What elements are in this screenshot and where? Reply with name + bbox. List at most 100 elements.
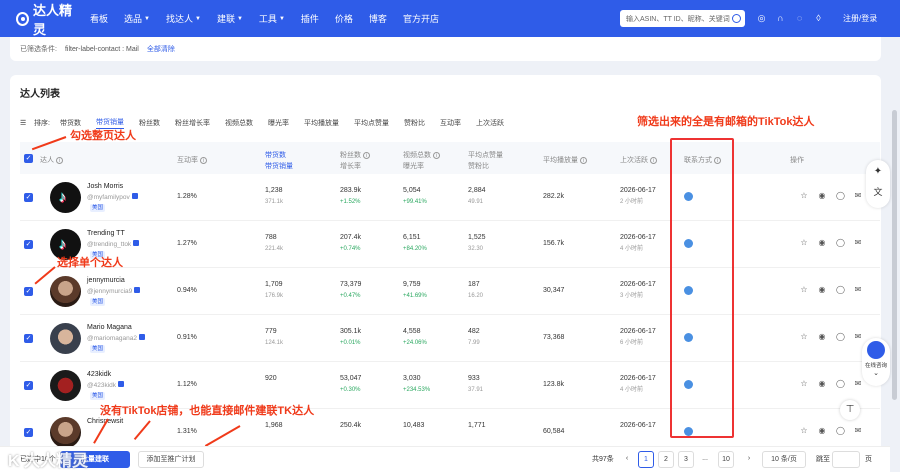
mail-icon[interactable]: ✉ — [854, 239, 862, 247]
bulb-icon[interactable]: ◌ — [793, 12, 806, 25]
star-icon[interactable]: ☆ — [800, 427, 808, 435]
row-checkbox[interactable]: ✓ — [24, 193, 33, 202]
online-chat-button[interactable]: 在线咨询 ⌄ — [862, 338, 890, 386]
page-size-select[interactable]: 10 条/页 — [762, 451, 806, 468]
col-engagement[interactable]: 互动率 i — [177, 155, 207, 166]
sort-item[interactable]: 粉丝数 — [139, 118, 160, 128]
avg-play-value: 156.7k — [543, 240, 565, 247]
col-avg-play[interactable]: 平均播放量 i — [543, 155, 587, 166]
sales-value: 1,238 371.1k — [265, 187, 284, 205]
row-checkbox[interactable]: ✓ — [24, 381, 33, 390]
videos-value: 6,151 +84.20% — [403, 234, 427, 252]
mail-icon[interactable]: ✉ — [854, 427, 862, 435]
goto-page-input[interactable] — [832, 451, 860, 468]
row-checkbox[interactable]: ✓ — [24, 428, 33, 437]
star-icon[interactable]: ☆ — [800, 239, 808, 247]
translate-icon[interactable]: 文 — [866, 185, 890, 198]
row-actions: ☆ ◉ ◯ ✉ — [800, 286, 872, 294]
nav-item-6[interactable]: 价格 — [335, 12, 353, 25]
nav-item-3[interactable]: 建联 ▼ — [217, 12, 243, 25]
search-input[interactable]: 输入ASIN、TT ID、昵称、关键词 — [620, 10, 745, 27]
nav-item-1[interactable]: 选品 ▼ — [124, 12, 150, 25]
comment-icon[interactable]: ◯ — [836, 380, 845, 388]
filter-chip[interactable]: filter-label-contact : Mail — [65, 46, 139, 53]
star-icon[interactable]: ☆ — [800, 333, 808, 341]
row-checkbox[interactable]: ✓ — [24, 334, 33, 343]
add-to-plan-button[interactable]: 添加至推广计划 — [138, 451, 204, 468]
eye-icon[interactable]: ◉ — [818, 427, 826, 435]
nav-item-4[interactable]: 工具 ▼ — [259, 12, 285, 25]
comment-icon[interactable]: ◯ — [836, 239, 845, 247]
page-button[interactable]: 2 — [658, 451, 674, 468]
nav-item-5[interactable]: 插件 — [301, 12, 319, 25]
eye-icon[interactable]: ◉ — [818, 286, 826, 294]
eye-icon[interactable]: ◉ — [818, 380, 826, 388]
verified-icon — [118, 381, 125, 387]
prev-page-button[interactable]: ‹ — [620, 451, 634, 468]
globe-icon[interactable]: ◎ — [755, 12, 768, 25]
col-fans[interactable]: 粉丝数 i 增长率 — [340, 150, 370, 172]
sales-value: 1,968 — [265, 422, 283, 429]
search-icon[interactable] — [732, 14, 741, 23]
bell-icon[interactable]: ◊ — [812, 12, 825, 25]
avatar[interactable]: ♪ — [50, 182, 81, 213]
nav-item-2[interactable]: 找达人 ▼ — [166, 12, 201, 25]
eye-icon[interactable]: ◉ — [818, 333, 826, 341]
mail-icon[interactable]: ✉ — [854, 192, 862, 200]
eye-icon[interactable]: ◉ — [818, 192, 826, 200]
influencer-name[interactable]: Josh Morris — [87, 183, 123, 190]
page-button[interactable]: ... — [698, 451, 712, 468]
scrollbar[interactable] — [892, 110, 897, 400]
col-likes[interactable]: 平均点赞量 赞粉比 — [468, 150, 503, 172]
row-checkbox[interactable]: ✓ — [24, 287, 33, 296]
col-last-active[interactable]: 上次活跃 i — [620, 155, 657, 166]
influencer-name[interactable]: jennymurcia — [87, 277, 125, 284]
col-videos[interactable]: 视频总数 i 曝光率 — [403, 150, 440, 172]
nav-item-0[interactable]: 看板 — [90, 12, 108, 25]
sort-item[interactable]: 赞粉比 — [404, 118, 425, 128]
sort-item[interactable]: 平均播放量 — [304, 118, 339, 128]
avatar[interactable] — [50, 276, 81, 307]
influencer-name[interactable]: 423kidk — [87, 371, 111, 378]
comment-icon[interactable]: ◯ — [836, 333, 845, 341]
nav-item-8[interactable]: 官方开店 — [403, 12, 439, 25]
sort-item[interactable]: 粉丝增长率 — [175, 118, 210, 128]
sort-item[interactable]: 上次活跃 — [476, 118, 504, 128]
page-button[interactable]: 3 — [678, 451, 694, 468]
col-sales[interactable]: 带货数 带货销量 — [265, 150, 293, 172]
avatar[interactable] — [50, 323, 81, 354]
comment-icon[interactable]: ◯ — [836, 286, 845, 294]
sort-item[interactable]: 曝光率 — [268, 118, 289, 128]
page-button[interactable]: 1 — [638, 451, 654, 468]
select-all-checkbox[interactable]: ✓ — [24, 154, 33, 163]
mail-icon[interactable]: ✉ — [854, 286, 862, 294]
row-checkbox[interactable]: ✓ — [24, 240, 33, 249]
fans-value: 283.9k +1.52% — [340, 187, 362, 205]
engagement-rate: 1.12% — [177, 381, 197, 388]
mail-icon[interactable]: ✉ — [854, 380, 862, 388]
clear-filters-link[interactable]: 全部清除 — [147, 44, 175, 54]
likes-value: 1,771 — [468, 422, 486, 429]
headset-icon[interactable]: ∩ — [774, 12, 787, 25]
influencer-name[interactable]: Trending TT — [87, 230, 125, 237]
logo[interactable]: 达人精灵 — [16, 0, 80, 38]
sort-item[interactable]: 平均点赞量 — [354, 118, 389, 128]
star-icon[interactable]: ☆ — [800, 286, 808, 294]
star-icon[interactable]: ☆ — [800, 380, 808, 388]
nav-item-7[interactable]: 博客 — [369, 12, 387, 25]
login-link[interactable]: 注册/登录 — [843, 13, 877, 24]
avatar[interactable] — [50, 370, 81, 401]
next-page-button[interactable]: › — [742, 451, 756, 468]
eye-icon[interactable]: ◉ — [818, 239, 826, 247]
back-to-top-button[interactable]: ⊤ — [840, 400, 860, 420]
mail-icon[interactable]: ✉ — [854, 333, 862, 341]
avatar[interactable] — [50, 417, 81, 448]
sort-item[interactable]: 互动率 — [440, 118, 461, 128]
page-button[interactable]: 10 — [718, 451, 734, 468]
influencer-name[interactable]: Mario Magana — [87, 324, 132, 331]
sort-item[interactable]: 视频总数 — [225, 118, 253, 128]
comment-icon[interactable]: ◯ — [836, 427, 845, 435]
comment-icon[interactable]: ◯ — [836, 192, 845, 200]
star-icon[interactable]: ☆ — [800, 192, 808, 200]
ai-sparkle-icon[interactable]: ✦ — [866, 166, 890, 177]
